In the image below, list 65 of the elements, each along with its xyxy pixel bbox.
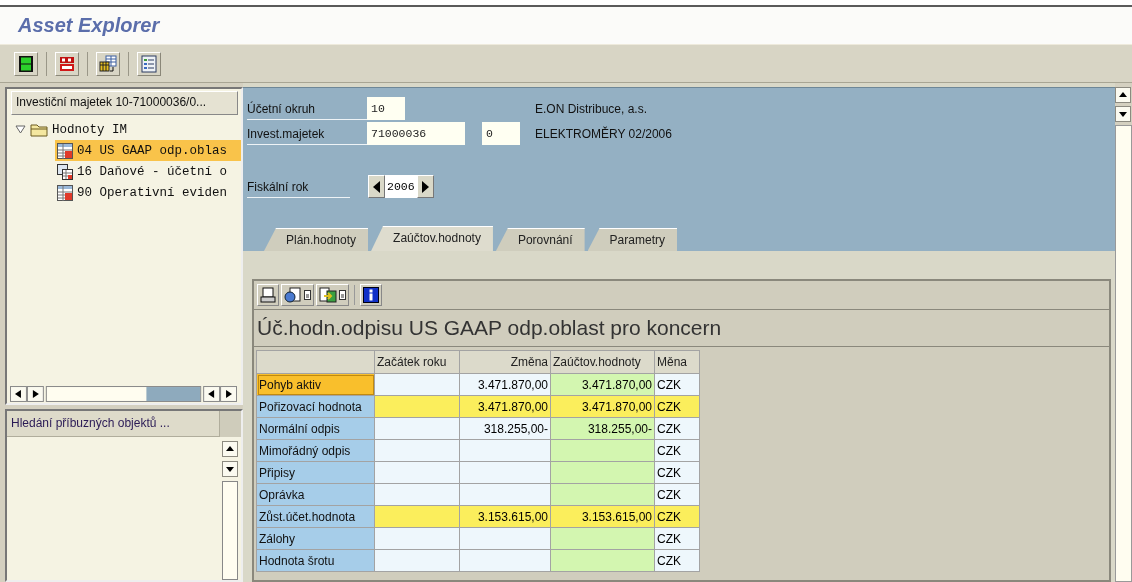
export-icon [319,287,337,303]
panel-header-button[interactable]: Investiční majetek 10-71000036/0... [11,91,238,115]
table-title: Úč.hodn.odpisu US GAAP odp.oblast pro koncern [254,310,1109,347]
print-button[interactable] [257,284,279,306]
document-globe-icon [284,287,302,303]
panel-header: Hledání příbuzných objektů ... [7,411,220,437]
table-icon [57,142,73,159]
dropdown-icon [339,290,346,300]
toolbar-button[interactable] [55,51,79,76]
row-header-cell[interactable]: Pohyb aktiv [256,373,375,396]
list-icon [140,54,158,73]
row-header-cell[interactable]: Pořizovací hodnota [256,395,375,418]
column-header[interactable]: Měna [654,350,700,374]
next-button[interactable] [417,175,434,198]
column-header[interactable]: Začátek roku [374,350,460,374]
toolbar-button[interactable] [96,51,120,76]
tree-item[interactable]: 16 Daňové - účetní o [55,161,241,182]
scroll-up-icon[interactable] [222,441,238,457]
info-button[interactable] [360,284,382,306]
row-header-cell[interactable]: Zálohy [256,527,375,550]
tab[interactable]: Porovnání [495,228,585,251]
column-header[interactable]: Změna [459,350,551,374]
scroll-down-icon[interactable] [222,461,238,477]
field-description: E.ON Distribuce, a.s. [535,101,648,116]
row-header-cell[interactable]: Připisy [256,461,375,484]
folder-icon [30,122,48,137]
input-field[interactable]: 2006 [385,175,417,198]
tab[interactable]: Plán.hodnoty [264,228,369,251]
header-filler [220,411,241,437]
right-arrow-icon [422,180,429,193]
value-table-icon [58,54,76,73]
row-header-cell[interactable]: Hodnota šrotu [256,549,375,572]
info-icon [363,287,379,303]
split-panel-icon [17,54,35,73]
scrollbar-track[interactable] [222,481,238,580]
field-description: ELEKTROMĚRY 02/2006 [535,126,672,141]
row-header-cell[interactable]: Zůst.účet.hodnota [256,505,375,528]
tree-node[interactable]: Hodnoty IM [52,122,127,137]
scroll-up-icon[interactable] [1115,87,1131,103]
input-field[interactable]: 10 [367,97,405,120]
column-header[interactable]: Zaúčtov.hodnoty [550,350,655,374]
tab[interactable]: Zaúčtov.hodnoty [371,226,493,251]
details-button[interactable] [281,284,314,306]
window-title: Asset Explorer [18,14,160,37]
toolbar-button[interactable] [14,51,38,76]
input-field[interactable]: 71000036 [367,122,465,145]
tab[interactable]: Parametry [587,228,677,251]
export-button[interactable] [316,284,349,306]
previous-button[interactable] [368,175,385,198]
tree-item[interactable]: 90 Operativní eviden [55,182,241,203]
row-header-cell[interactable]: Normální odpis [256,417,375,440]
input-field[interactable]: 0 [482,122,520,145]
table-icon [57,184,73,201]
field-label: Fiskální rok [247,175,350,198]
row-header-cell[interactable]: Mimořádný odpis [256,439,375,462]
printer-icon [260,287,276,303]
tree-item[interactable]: 04 US GAAP odp.oblas [55,140,241,161]
expand-toggle-icon[interactable] [15,125,26,134]
horizontal-scrollbar[interactable] [10,386,238,402]
stacked-tables-icon [57,163,73,180]
dropdown-icon [304,290,311,300]
scroll-down-icon[interactable] [1115,106,1131,122]
left-arrow-icon [373,180,380,193]
table-layout-icon [99,54,117,73]
row-header-cell[interactable]: Oprávka [256,483,375,506]
